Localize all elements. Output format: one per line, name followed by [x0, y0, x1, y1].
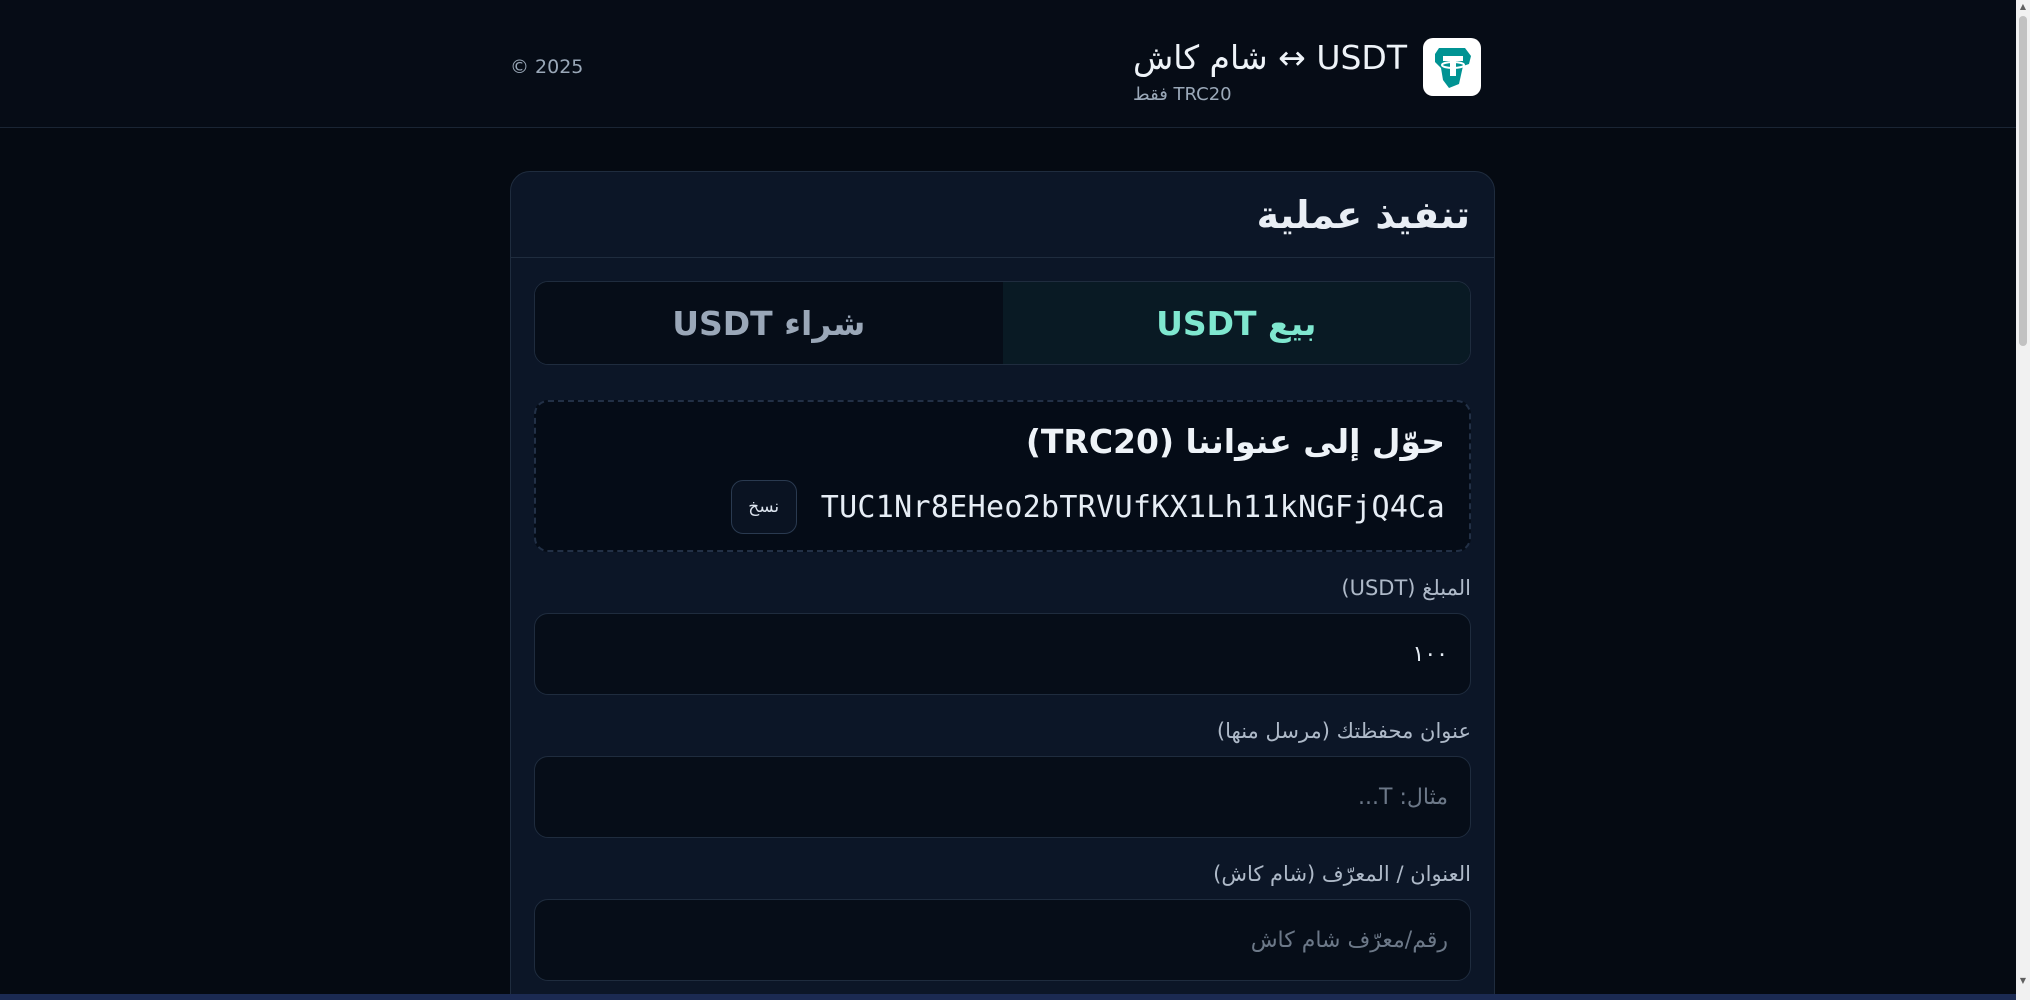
shamcash-id-label: العنوان / المعرّف (شام كاش)	[1213, 862, 1471, 886]
brand[interactable]: USDT ↔ شام كاش TRC20 فقط	[1133, 38, 1481, 105]
deposit-address-box: حوّل إلى عنواننا (TRC20) TUC1Nr8EHeo2bTR…	[534, 400, 1471, 552]
app-title: USDT ↔ شام كاش	[1133, 38, 1407, 77]
scroll-thumb[interactable]	[2019, 16, 2027, 346]
shamcash-id-input[interactable]	[557, 927, 1448, 953]
bottom-bar	[0, 994, 2016, 1000]
brand-text: USDT ↔ شام كاش TRC20 فقط	[1133, 38, 1407, 105]
vertical-scrollbar[interactable]: ▲ ▼	[2016, 0, 2030, 1000]
amount-field-wrap	[534, 613, 1471, 695]
wallet-address-input[interactable]	[557, 784, 1448, 810]
app-subtitle: TRC20 فقط	[1133, 84, 1232, 105]
tether-logo-icon	[1423, 38, 1481, 96]
tab-buy-usdt[interactable]: شراء USDT	[535, 282, 1003, 364]
copyright-text: © 2025	[510, 56, 584, 78]
scroll-up-arrow-icon[interactable]: ▲	[2019, 2, 2027, 12]
wallet-address-label: عنوان محفظتك (مرسل منها)	[1216, 719, 1471, 743]
amount-input[interactable]	[557, 641, 1448, 667]
deposit-address[interactable]: TUC1Nr8EHeo2bTRVUfKX1Lh11kNGFjQ4Ca	[821, 490, 1445, 525]
trade-tabs: بيع USDT شراء USDT	[534, 281, 1471, 365]
shamcash-id-field-wrap	[534, 899, 1471, 981]
card-header: تنفيذ عملية	[511, 172, 1494, 258]
wallet-address-field-wrap	[534, 756, 1471, 838]
address-row: TUC1Nr8EHeo2bTRVUfKX1Lh11kNGFjQ4Ca نسخ	[730, 480, 1445, 534]
copy-address-button[interactable]: نسخ	[730, 480, 797, 534]
page: USDT ↔ شام كاش TRC20 فقط © 2025 تنفيذ عم…	[0, 0, 2030, 1000]
top-header: USDT ↔ شام كاش TRC20 فقط © 2025	[0, 0, 2016, 128]
card-title: تنفيذ عملية	[1256, 192, 1470, 237]
amount-label: المبلغ (USDT)	[1341, 576, 1471, 600]
transaction-card: تنفيذ عملية بيع USDT شراء USDT حوّل إلى …	[510, 171, 1495, 1000]
scroll-down-arrow-icon[interactable]: ▼	[2019, 976, 2027, 986]
deposit-title: حوّل إلى عنواننا (TRC20)	[1025, 422, 1445, 461]
tab-sell-usdt[interactable]: بيع USDT	[1002, 282, 1470, 364]
